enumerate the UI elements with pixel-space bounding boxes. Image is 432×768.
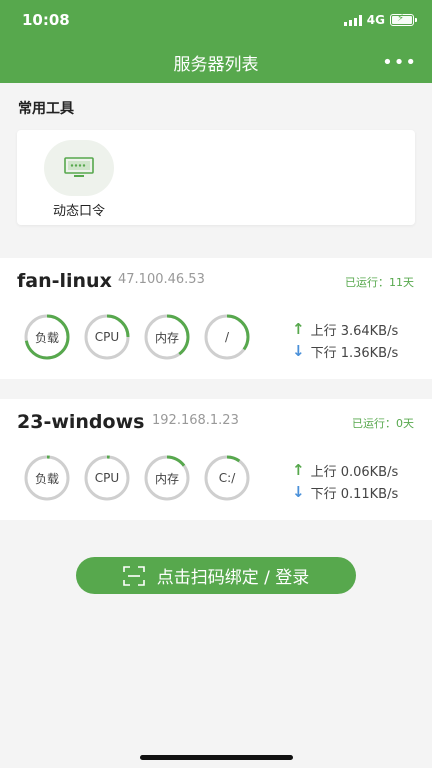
gauge-cpu[interactable]: CPU xyxy=(79,314,135,360)
more-menu-button[interactable]: ••• xyxy=(382,52,417,73)
server-ip: 192.168.1.23 xyxy=(152,413,239,428)
network-speeds: ↑ 上行 0.06KB/s ↓ 下行 0.11KB/s xyxy=(292,459,398,503)
gauge-disk[interactable]: C:/ xyxy=(199,455,255,501)
scan-bind-login-button[interactable]: 点击扫码绑定 / 登录 xyxy=(76,557,356,594)
app-header: 10:08 4G ⚡ 服务器列表 ••• xyxy=(0,0,432,83)
status-time: 10:08 xyxy=(22,11,70,29)
server-card-23-windows[interactable]: 23-windows 192.168.1.23 已运行：0天 负载 CPU 内存… xyxy=(0,399,432,520)
tools-section-title: 常用工具 xyxy=(18,101,74,117)
scan-button-label: 点击扫码绑定 / 登录 xyxy=(156,568,310,588)
gauge-label: C:/ xyxy=(218,471,236,485)
server-gauges: 负载 CPU 内存 / xyxy=(19,314,255,360)
battery-icon: ⚡ xyxy=(390,13,417,26)
arrow-down-icon: ↓ xyxy=(292,342,305,360)
server-ip: 47.100.46.53 xyxy=(118,272,205,287)
arrow-up-icon: ↑ xyxy=(292,320,305,338)
upload-speed: 上行 3.64KB/s xyxy=(310,323,399,339)
scan-icon xyxy=(122,565,145,586)
download-speed: 下行 1.36KB/s xyxy=(310,345,399,361)
gauge-label: / xyxy=(224,330,230,344)
server-gauges: 负载 CPU 内存 C:/ xyxy=(19,455,255,501)
tools-card: 动态口令 xyxy=(17,130,415,225)
arrow-up-icon: ↑ xyxy=(292,461,305,479)
server-name: fan-linux xyxy=(17,270,112,292)
gauge-label: 负载 xyxy=(34,330,59,345)
gauge-load[interactable]: 负载 xyxy=(19,455,75,501)
download-speed: 下行 0.11KB/s xyxy=(310,486,399,502)
network-speeds: ↑ 上行 3.64KB/s ↓ 下行 1.36KB/s xyxy=(292,318,398,362)
arrow-down-icon: ↓ xyxy=(292,483,305,501)
status-indicators: 4G ⚡ xyxy=(343,13,417,27)
gauge-label: 内存 xyxy=(154,471,179,486)
gauge-label: CPU xyxy=(94,471,120,485)
network-type: 4G xyxy=(366,13,385,27)
gauge-label: 负载 xyxy=(34,471,59,486)
gauge-label: 内存 xyxy=(154,330,179,345)
server-uptime: 已运行：11天 xyxy=(345,276,414,289)
gauge-cpu[interactable]: CPU xyxy=(79,455,135,501)
tool-label: 动态口令 xyxy=(52,204,105,219)
gauge-label: CPU xyxy=(94,330,120,344)
upload-speed: 上行 0.06KB/s xyxy=(310,464,399,480)
server-card-fan-linux[interactable]: fan-linux 47.100.46.53 已运行：11天 负载 CPU 内存… xyxy=(0,258,432,379)
gauge-memory[interactable]: 内存 xyxy=(139,314,195,360)
server-uptime: 已运行：0天 xyxy=(352,417,414,430)
signal-icon xyxy=(343,14,362,26)
home-indicator xyxy=(140,755,293,760)
gauge-disk[interactable]: / xyxy=(199,314,255,360)
gauge-memory[interactable]: 内存 xyxy=(139,455,195,501)
gauge-load[interactable]: 负载 xyxy=(19,314,75,360)
server-name: 23-windows xyxy=(17,411,145,433)
page-title: 服务器列表 xyxy=(173,55,259,75)
dynamic-password-tool[interactable]: 动态口令 xyxy=(44,140,114,220)
monitor-icon xyxy=(44,140,114,196)
